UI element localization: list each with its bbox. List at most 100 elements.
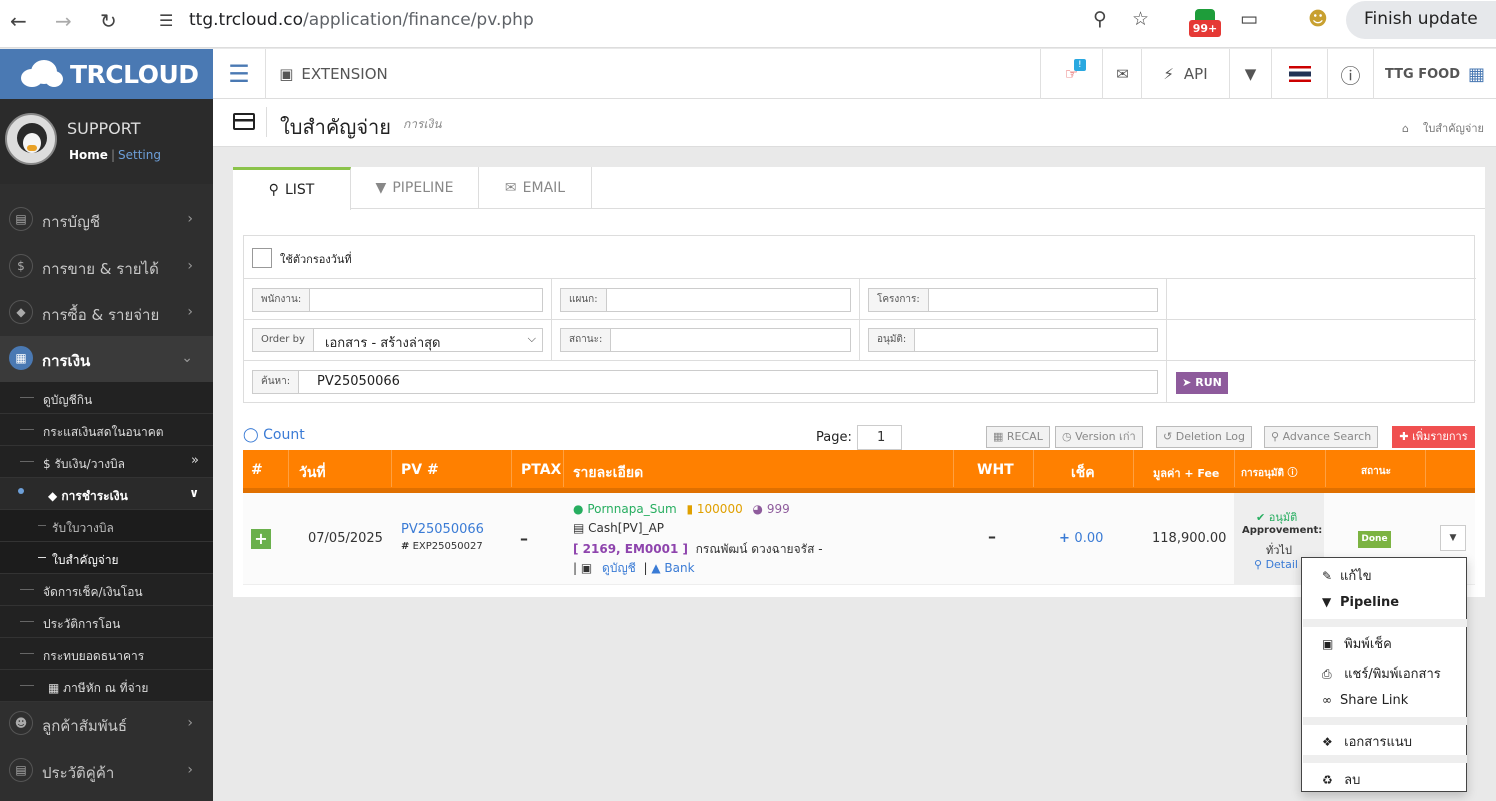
mail-button[interactable]: ✉ [1102,49,1142,99]
help-button[interactable]: ⓘ [1327,49,1373,99]
doc-icon: ▮ [686,502,694,516]
bank-link[interactable]: Bank [664,561,694,575]
col-date[interactable]: วันที่ [299,462,326,484]
menu-item-share-print[interactable]: ⎙ แชร์/พิมพ์เอกสาร [1322,663,1441,684]
deletion-log-button[interactable]: ↺ Deletion Log [1156,426,1252,448]
trash-icon: ♻ [1322,773,1333,787]
back-icon[interactable]: ← [10,9,27,33]
spinner-icon: ◯ [243,427,264,443]
add-item-button[interactable]: ✚ เพิ่มรายการ [1392,426,1475,448]
bank-icon: ▲ [651,561,661,575]
sidebar-sub-item[interactable]: กระแสเงินสดในอนาคต [0,414,213,446]
sidebar-item-purchase[interactable]: ◆ การซื้อ & รายจ่าย › [0,290,213,334]
row-detail-line2: ▤ Cash[PV]_AP [573,521,665,535]
extension-button[interactable]: ▣ EXTENSION [265,49,401,99]
puzzle-icon[interactable]: ▭ [1240,8,1258,30]
menu-item-edit[interactable]: ✎ แก้ไข [1322,565,1372,586]
expand-row-button[interactable]: + [251,529,271,549]
col-wht[interactable]: WHT [977,462,1014,478]
caret-down-icon: ▼ [1449,533,1457,543]
setting-link[interactable]: Setting [118,148,161,162]
forward-icon[interactable]: → [55,9,72,33]
sidebar-sub-item-payment[interactable]: ◆ การชำระเงิน ∨ [0,478,213,510]
app-logo[interactable]: TRCLOUD [0,49,213,99]
date-filter-checkbox[interactable] [252,248,272,268]
approval-detail-link[interactable]: ⚲ Detail [1254,558,1298,571]
col-detail[interactable]: รายละเอียด [573,462,643,484]
department-field[interactable]: แผนก: [560,288,851,312]
page-input[interactable]: 1 [857,425,902,450]
address-bar[interactable]: ☰ ttg.trcloud.co/application/finance/pv.… [145,3,1175,37]
sidebar-item-finance[interactable]: ▦ การเงิน ⌄ [0,336,213,382]
bookmark-star-icon[interactable]: ☆ [1132,8,1149,30]
dropdown-button[interactable]: ▼ [1229,49,1271,99]
approval-field[interactable]: อนุมัติ: [868,328,1158,352]
api-button[interactable]: ⚡ API [1141,49,1229,99]
row-detail-line1: ● Pornnapa_Sum ▮ 100000 ◕ 999 [573,502,790,516]
sidebar-sub-item[interactable]: รับใบวางบิล [0,510,213,542]
sidebar-sub-item-active[interactable]: ใบสำคัญจ่าย [0,542,213,574]
menu-item-print-cheque[interactable]: ▣ พิมพ์เช็ค [1322,633,1392,654]
dollar-icon: $ [9,254,33,278]
zoom-icon[interactable]: ⚲ [1093,8,1107,30]
menu-item-attachments[interactable]: ❖ เอกสารแนบ [1322,731,1412,752]
project-field[interactable]: โครงการ: [868,288,1158,312]
menu-item-share-link[interactable]: ∞ Share Link [1322,693,1408,708]
employee-field[interactable]: พนักงาน: [252,288,543,312]
menu-toggle-icon[interactable]: ☰ [213,49,265,99]
double-chevron-down-icon: ∨ [189,486,199,500]
orderby-select[interactable]: Order by เอกสาร - สร้างล่าสุด ⌵ [252,328,543,352]
col-pv[interactable]: PV # [401,462,439,478]
menu-item-pipeline[interactable]: ▼ Pipeline [1322,595,1399,610]
rocket-icon: ➤ [1182,376,1196,389]
old-version-button[interactable]: ◷ Version เก่า [1055,426,1143,448]
language-button[interactable] [1271,49,1327,99]
company-button[interactable]: TTG FOOD ▦ [1373,49,1496,99]
tab-pipeline[interactable]: ▼ PIPELINE [351,167,479,209]
finish-update-button[interactable]: Finish update [1346,1,1496,39]
col-amount[interactable]: มูลค่า + Fee [1153,464,1219,482]
double-chevron-icon: » [191,453,199,468]
advance-search-button[interactable]: ⚲ Advance Search [1264,426,1379,448]
reload-icon[interactable]: ↻ [100,9,117,33]
sidebar-sub-item[interactable]: ดูบัญชีกิน [0,382,213,414]
sidebar-item-partner-history[interactable]: ▤ ประวัติคู่ค้า › [0,748,213,792]
col-ptax[interactable]: PTAX [521,462,561,478]
check-circle-icon: ✔ [1256,511,1269,524]
view-account-link[interactable]: ดูบัญชี [602,561,636,575]
recal-button[interactable]: ▦ RECAL [986,426,1050,448]
col-approval[interactable]: การอนุมัติ ⓘ [1241,464,1297,481]
col-cheque[interactable]: เช็ค [1071,462,1095,484]
sidebar-sub-item[interactable]: จัดการเช็ค/เงินโอน [0,574,213,606]
extension-badge[interactable]: 99+ [1189,9,1221,37]
contact-icon: ▤ [9,758,33,782]
avatar[interactable] [5,113,57,165]
count-button[interactable]: ◯ Count [243,427,305,443]
run-button[interactable]: ➤ RUN [1176,372,1228,394]
sidebar-sub-item[interactable]: ▦ ภาษีหัก ณ ที่จ่าย [0,670,213,702]
search-icon: ⚲ [1254,558,1266,571]
sidebar-sub-item[interactable]: กระทบยอดธนาคาร [0,638,213,670]
sidebar-item-accounting[interactable]: ▤ การบัญชี › [0,197,213,241]
sidebar-sub-item[interactable]: ประวัติการโอน [0,606,213,638]
profile-avatar-icon[interactable]: ☻ [1308,8,1328,30]
cheque-link[interactable]: + 0.00 [1059,531,1103,546]
site-info-icon[interactable]: ☰ [159,11,173,30]
home-link[interactable]: Home [69,148,108,162]
sidebar-item-crm[interactable]: ☻ ลูกค้าสัมพันธ์ › [0,701,213,745]
book-icon: ▤ [9,207,33,231]
sidebar-sub-item[interactable]: $ รับเงิน/วางบิล» [0,446,213,478]
announcement-button[interactable]: ☞ ! [1040,49,1102,99]
menu-item-delete[interactable]: ♻ ลบ [1322,769,1360,790]
breadcrumb[interactable]: ⌂ ใบสำคัญจ่าย [1402,119,1484,137]
link-icon: ∞ [1322,693,1332,707]
building-icon: ▦ [1468,63,1486,85]
col-status[interactable]: สถานะ [1361,464,1391,479]
status-field[interactable]: สถานะ: [560,328,851,352]
tab-list[interactable]: ⚲ LIST [233,167,351,210]
search-input[interactable]: ค้นหา: PV25050066 [252,370,1158,394]
tab-email[interactable]: ✉ EMAIL [479,167,592,209]
row-action-dropdown-button[interactable]: ▼ [1440,525,1466,551]
pv-number-link[interactable]: PV25050066 [401,522,484,537]
sidebar-item-sales[interactable]: $ การขาย & รายได้ › [0,244,213,288]
